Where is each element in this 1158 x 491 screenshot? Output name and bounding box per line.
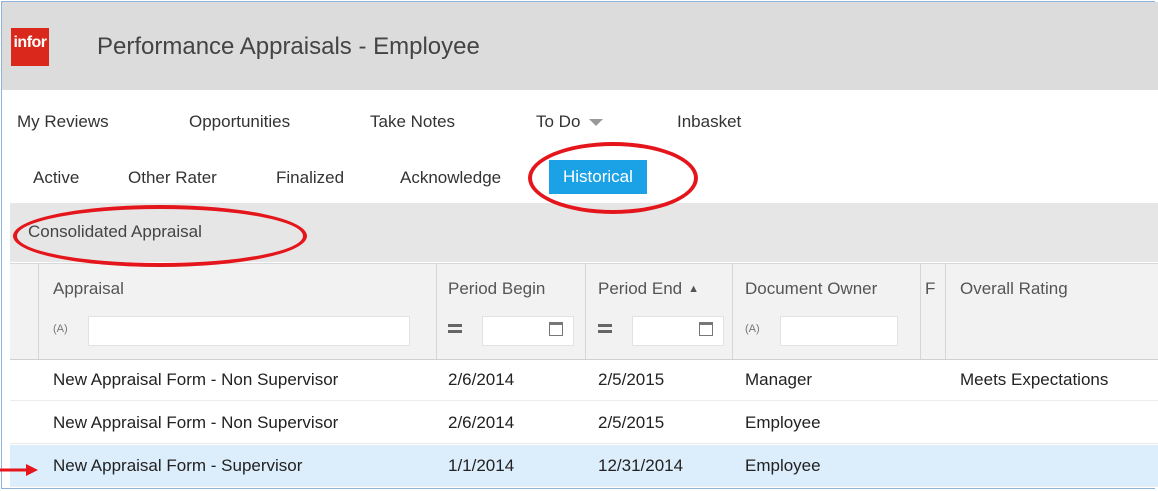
tab-acknowledge[interactable]: Acknowledge: [400, 168, 501, 188]
annotation-arrow-icon: [0, 464, 38, 476]
nav-my-reviews[interactable]: My Reviews: [17, 112, 109, 132]
cell-period-end: 2/5/2015: [598, 413, 665, 432]
grid-header: Appraisal Period Begin Period End ▲ Docum…: [10, 263, 1158, 360]
column-separator: [585, 264, 586, 359]
column-header-document-owner[interactable]: Document Owner: [745, 279, 877, 299]
column-separator: [920, 264, 921, 359]
cell-period-end: 12/31/2014: [598, 456, 684, 475]
column-header-period-begin[interactable]: Period Begin: [448, 279, 545, 299]
nav-opportunities[interactable]: Opportunities: [189, 112, 290, 132]
tab-other-rater[interactable]: Other Rater: [128, 168, 217, 188]
text-filter-icon[interactable]: (A): [745, 323, 760, 335]
column-header-period-end-label: Period End: [598, 279, 683, 298]
cell-period-begin: 2/6/2014: [448, 370, 515, 389]
page-title: Performance Appraisals - Employee: [97, 33, 480, 60]
tab-active[interactable]: Active: [33, 168, 79, 188]
chevron-down-icon: [589, 119, 604, 127]
cell-appraisal: New Appraisal Form - Supervisor: [53, 456, 303, 475]
cell-document-owner: Employee: [745, 456, 821, 475]
app-header: infor Performance Appraisals - Employee: [2, 2, 1158, 90]
cell-document-owner: Manager: [745, 370, 813, 389]
cell-document-owner: Employee: [745, 413, 821, 432]
nav-to-do[interactable]: To Do: [536, 112, 604, 132]
column-separator: [732, 264, 733, 359]
nav-inbasket[interactable]: Inbasket: [677, 112, 741, 132]
column-separator: [38, 264, 39, 359]
annotation-ellipse-historical: [528, 142, 698, 214]
cell-overall-rating: Meets Expectations: [960, 370, 1109, 389]
period-end-filter-input[interactable]: [632, 316, 724, 346]
column-separator: [436, 264, 437, 359]
column-header-overall-rating[interactable]: Overall Rating: [960, 279, 1068, 299]
column-header-f[interactable]: F: [925, 279, 935, 299]
tab-finalized[interactable]: Finalized: [276, 168, 344, 188]
period-begin-filter-input[interactable]: [482, 316, 574, 346]
column-separator: [945, 264, 946, 359]
nav-take-notes[interactable]: Take Notes: [370, 112, 455, 132]
cell-period-begin: 2/6/2014: [448, 413, 515, 432]
calendar-icon[interactable]: [699, 322, 713, 336]
cell-appraisal: New Appraisal Form - Non Supervisor: [53, 370, 339, 389]
cell-appraisal: New Appraisal Form - Non Supervisor: [53, 413, 339, 432]
appraisals-grid: Appraisal Period Begin Period End ▲ Docum…: [10, 263, 1158, 491]
annotation-ellipse-consolidated: [13, 205, 307, 267]
document-owner-filter-input[interactable]: [780, 316, 898, 346]
equals-filter-icon[interactable]: [598, 323, 614, 337]
sort-ascending-icon: ▲: [688, 283, 700, 295]
equals-filter-icon[interactable]: [448, 323, 464, 337]
cell-period-begin: 1/1/2014: [448, 456, 515, 475]
column-header-period-end[interactable]: Period End ▲: [598, 279, 699, 299]
table-row-selected[interactable]: New Appraisal Form - Supervisor 1/1/2014…: [10, 445, 1158, 487]
nav-to-do-label: To Do: [536, 112, 581, 131]
module-nav: My Reviews Opportunities Take Notes To D…: [0, 112, 900, 140]
appraisal-filter-input[interactable]: [88, 316, 410, 346]
infor-logo: infor: [11, 28, 49, 66]
table-row[interactable]: New Appraisal Form - Non Supervisor 2/6/…: [10, 402, 1158, 444]
column-header-appraisal[interactable]: Appraisal: [53, 279, 124, 299]
text-filter-icon[interactable]: (A): [53, 323, 68, 335]
cell-period-end: 2/5/2015: [598, 370, 665, 389]
table-row[interactable]: New Appraisal Form - Non Supervisor 2/6/…: [10, 359, 1158, 401]
calendar-icon[interactable]: [549, 322, 563, 336]
